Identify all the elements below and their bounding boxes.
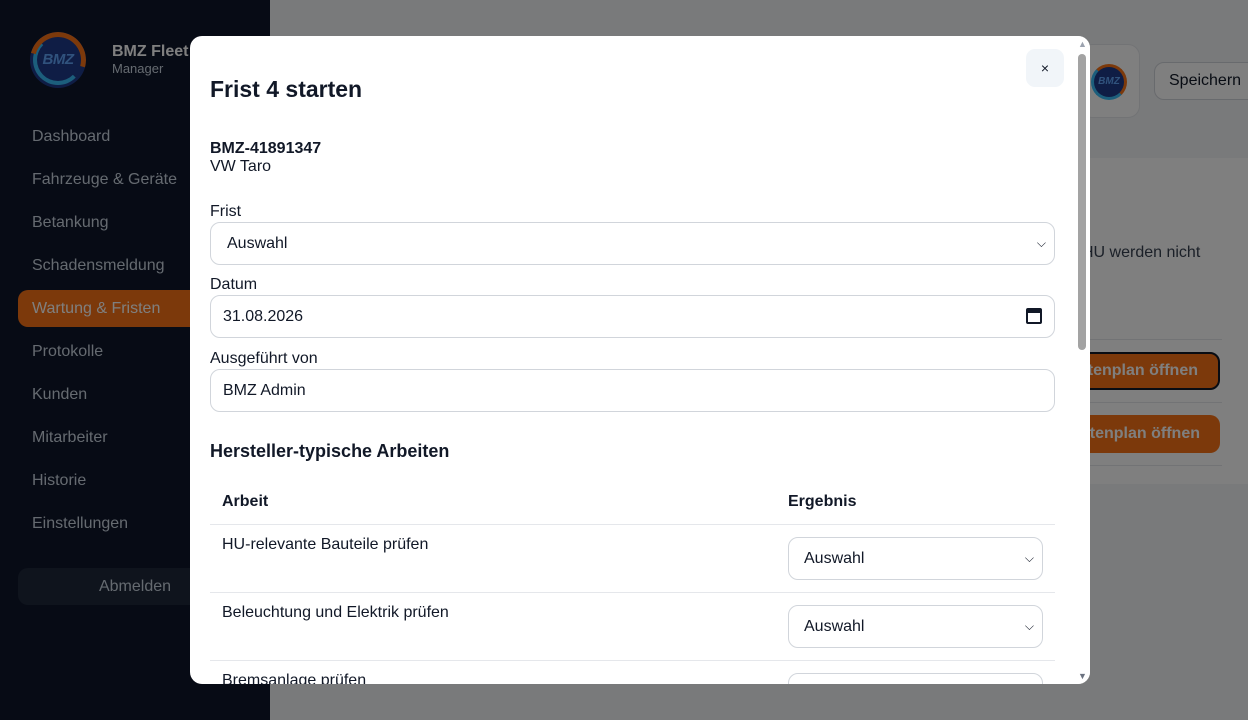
scroll-down-icon[interactable]: ▼: [1078, 671, 1087, 681]
calendar-icon[interactable]: [1026, 308, 1042, 324]
chevron-down-icon: ⌵: [1024, 551, 1034, 565]
scroll-up-icon[interactable]: ▲: [1078, 39, 1087, 49]
executed-by-input[interactable]: BMZ Admin: [210, 369, 1055, 412]
frist-label: Frist: [210, 203, 242, 220]
start-deadline-dialog: Frist 4 starten BMZ-41891347 VW Taro Fri…: [190, 36, 1090, 684]
close-button[interactable]: ×: [1026, 49, 1064, 87]
datum-label: Datum: [210, 276, 258, 293]
table-row: Beleuchtung und Elektrik prüfen: [222, 604, 449, 621]
dialog-title: Frist 4 starten: [210, 76, 363, 102]
chevron-down-icon: ⌵: [1036, 236, 1046, 250]
table-divider: [210, 524, 1055, 525]
result-select[interactable]: Auswahl ⌵: [788, 537, 1043, 580]
column-header-result: Ergebnis: [788, 493, 857, 510]
scrollbar[interactable]: ▲ ▼: [1075, 36, 1090, 684]
frist-select[interactable]: Auswahl ⌵: [210, 222, 1055, 265]
vehicle-id: BMZ-41891347: [210, 140, 322, 157]
table-row: HU-relevante Bauteile prüfen: [222, 536, 429, 553]
date-input[interactable]: 31.08.2026: [210, 295, 1055, 338]
executed-by-label: Ausgeführt von: [210, 350, 318, 367]
result-select[interactable]: Auswahl ⌵: [788, 605, 1043, 648]
table-divider: [210, 660, 1055, 661]
column-header-work: Arbeit: [222, 493, 269, 510]
result-select[interactable]: [788, 673, 1043, 684]
table-divider: [210, 592, 1055, 593]
scrollbar-thumb[interactable]: [1078, 54, 1086, 350]
vehicle-name: VW Taro: [210, 158, 272, 175]
table-row: Bremsanlage prüfen: [222, 672, 367, 684]
section-title: Hersteller-typische Arbeiten: [210, 441, 450, 461]
chevron-down-icon: ⌵: [1024, 619, 1034, 633]
